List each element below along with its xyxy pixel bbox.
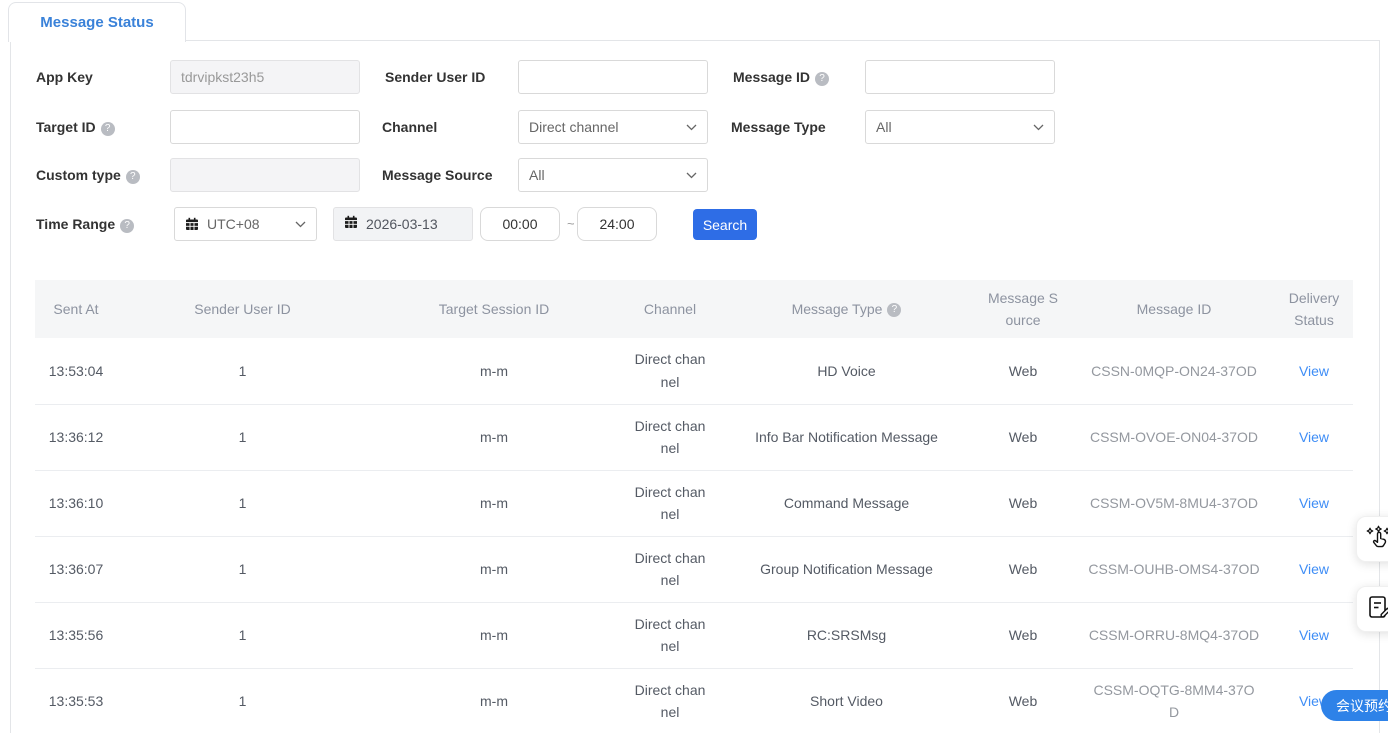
message-type-label: Message Type xyxy=(731,119,826,135)
col-delivery-status: Delivery Status xyxy=(1275,280,1353,338)
chevron-down-icon xyxy=(686,124,697,131)
col-target-session-id: Target Session ID xyxy=(368,280,620,338)
time-range-label: Time Range xyxy=(36,207,135,241)
channel-label: Channel xyxy=(382,119,438,135)
calendar-icon xyxy=(344,215,358,234)
end-time-input[interactable] xyxy=(577,207,657,241)
custom-type-label: Custom type xyxy=(36,158,140,192)
rate-hand-icon xyxy=(1365,523,1388,556)
col-sender-user-id: Sender User ID xyxy=(117,280,368,338)
table-row: 13:53:04 1 m-m Direct channel HD Voice W… xyxy=(35,338,1353,405)
message-id-label: Message ID xyxy=(733,60,830,94)
col-channel: Channel xyxy=(620,280,720,338)
target-id-input[interactable] xyxy=(170,110,360,144)
calendar-icon xyxy=(185,217,199,231)
view-link[interactable]: View xyxy=(1299,627,1329,643)
target-id-label: Target ID xyxy=(36,110,115,144)
search-button[interactable]: Search xyxy=(693,209,757,240)
results-table: Sent At Sender User ID Target Session ID… xyxy=(35,280,1353,733)
help-icon[interactable] xyxy=(100,122,115,136)
app-key-input[interactable] xyxy=(170,60,360,94)
survey-feedback-button[interactable] xyxy=(1356,586,1388,632)
sender-user-id-input[interactable] xyxy=(518,60,708,94)
col-message-id: Message ID xyxy=(1073,280,1275,338)
time-separator: ~ xyxy=(567,216,575,231)
rate-feedback-button[interactable] xyxy=(1356,516,1388,562)
help-icon[interactable] xyxy=(815,72,830,86)
help-icon[interactable] xyxy=(125,170,140,184)
timezone-select[interactable]: UTC+08 xyxy=(174,207,317,241)
help-icon[interactable] xyxy=(887,303,902,318)
start-time-input[interactable] xyxy=(480,207,560,241)
message-status-page: Message Status App Key Sender User ID Me… xyxy=(0,0,1388,733)
view-link[interactable]: View xyxy=(1299,561,1329,577)
message-source-select[interactable]: All xyxy=(518,158,708,192)
date-picker[interactable]: 2026-03-13 xyxy=(333,207,473,241)
chevron-down-icon xyxy=(686,172,697,179)
view-link[interactable]: View xyxy=(1299,363,1329,379)
survey-form-icon xyxy=(1365,593,1388,626)
help-icon[interactable] xyxy=(120,219,135,233)
chevron-down-icon xyxy=(1033,124,1044,131)
message-type-select[interactable]: All xyxy=(865,110,1055,144)
view-link[interactable]: View xyxy=(1299,495,1329,511)
custom-type-input[interactable] xyxy=(170,158,360,192)
table-row: 13:36:10 1 m-m Direct channel Command Me… xyxy=(35,470,1353,537)
channel-select[interactable]: Direct channel xyxy=(518,110,708,144)
table-row: 13:36:12 1 m-m Direct channel Info Bar N… xyxy=(35,404,1353,471)
table-row: 13:35:53 1 m-m Direct channel Short Vide… xyxy=(35,668,1353,733)
tab-message-status[interactable]: Message Status xyxy=(8,2,186,42)
sender-user-id-label: Sender User ID xyxy=(385,69,486,85)
tab-label: Message Status xyxy=(40,14,154,31)
content-panel: App Key Sender User ID Message ID Target… xyxy=(10,40,1380,733)
chevron-down-icon xyxy=(295,221,306,228)
message-id-input[interactable] xyxy=(865,60,1055,94)
meeting-booking-button[interactable]: 会议预约 xyxy=(1321,690,1388,721)
table-row: 13:36:07 1 m-m Direct channel Group Noti… xyxy=(35,536,1353,603)
view-link[interactable]: View xyxy=(1299,429,1329,445)
col-sent-at: Sent At xyxy=(35,280,117,338)
app-key-label: App Key xyxy=(36,69,93,85)
col-message-source: Message Source xyxy=(973,280,1073,338)
message-source-label: Message Source xyxy=(382,167,493,183)
col-message-type: Message Type xyxy=(720,280,973,338)
table-header-row: Sent At Sender User ID Target Session ID… xyxy=(35,280,1353,338)
table-row: 13:35:56 1 m-m Direct channel RC:SRSMsg … xyxy=(35,602,1353,669)
